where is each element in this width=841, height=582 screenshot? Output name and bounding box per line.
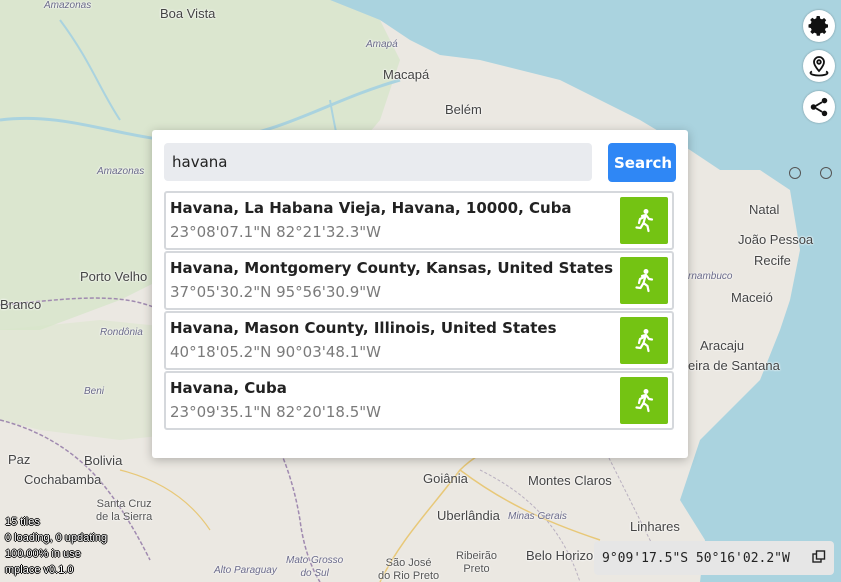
map-label-macapa: Macapá bbox=[383, 67, 430, 82]
map-label-amapa: Amapá bbox=[366, 39, 398, 50]
map-label-cochabamba: Cochabamba bbox=[24, 472, 102, 487]
gear-icon bbox=[808, 16, 828, 36]
map-label-minas-gerais: Minas Gerais bbox=[508, 511, 567, 522]
running-person-icon bbox=[635, 328, 654, 352]
share-button[interactable] bbox=[803, 91, 835, 123]
stats-version: mplace v0.1.0 bbox=[5, 564, 74, 576]
result-name: Havana, Montgomery County, Kansas, Unite… bbox=[170, 259, 613, 277]
map-label-amazonas: Amazonas bbox=[44, 0, 92, 11]
map-label-boa-vista: Boa Vista bbox=[160, 6, 216, 21]
search-input[interactable] bbox=[164, 143, 592, 181]
map-label-recife: Recife bbox=[754, 253, 791, 268]
map-marker-circle bbox=[820, 167, 832, 179]
result-coordinates: 40°18'05.2"N 90°03'48.1"W bbox=[170, 343, 382, 361]
result-name: Havana, La Habana Vieja, Havana, 10000, … bbox=[170, 199, 572, 217]
running-person-icon bbox=[635, 208, 654, 232]
map-label-la-paz: Paz bbox=[8, 452, 31, 467]
go-to-location-button[interactable] bbox=[620, 257, 668, 304]
go-to-location-button[interactable] bbox=[620, 197, 668, 244]
map-label-pernambuco: rnambuco bbox=[688, 271, 733, 282]
map-label-rio-branco: Branco bbox=[0, 297, 42, 312]
map-label-belem: Belém bbox=[445, 102, 482, 117]
search-dialog: Search Havana, La Habana Vieja, Havana, … bbox=[152, 130, 688, 458]
running-person-icon bbox=[635, 388, 654, 412]
map-label-bolivia: Bolivia bbox=[84, 453, 123, 468]
map-label-rondonia: Rondônia bbox=[100, 327, 143, 338]
map-label-sao-jose: São José do Rio Preto bbox=[378, 557, 440, 582]
map-pin-icon bbox=[809, 56, 829, 77]
result-coordinates: 23°08'07.1"N 82°21'32.3"W bbox=[170, 223, 382, 241]
stats-usage: 100.00% in use bbox=[5, 548, 81, 560]
coordinates-display: 9°09'17.5"S 50°16'02.2"W bbox=[594, 541, 834, 575]
go-to-location-button[interactable] bbox=[620, 317, 668, 364]
search-result-item[interactable]: Havana, Cuba 23°09'35.1"N 82°20'18.5"W bbox=[164, 371, 674, 430]
map-marker-circle bbox=[789, 167, 801, 179]
map-label-alto-paraguay: Alto Paraguay bbox=[214, 565, 277, 576]
map-label-maceio: Maceió bbox=[731, 290, 773, 305]
go-to-location-button[interactable] bbox=[620, 377, 668, 424]
result-name: Havana, Cuba bbox=[170, 379, 287, 397]
running-person-icon bbox=[635, 268, 654, 292]
coordinates-text: 9°09'17.5"S 50°16'02.2"W bbox=[602, 550, 790, 566]
search-result-item[interactable]: Havana, Mason County, Illinois, United S… bbox=[164, 311, 674, 370]
map-label-goiania: Goiânia bbox=[423, 471, 468, 486]
result-name: Havana, Mason County, Illinois, United S… bbox=[170, 319, 557, 337]
share-icon bbox=[810, 97, 828, 117]
map-label-montes-claros: Montes Claros bbox=[528, 473, 612, 488]
map-label-mato-grosso-do-sul: Mato Grosso do Sul bbox=[286, 555, 344, 579]
stats-tiles: 15 tiles bbox=[5, 516, 40, 528]
map-label-linhares: Linhares bbox=[630, 519, 680, 534]
search-result-item[interactable]: Havana, La Habana Vieja, Havana, 10000, … bbox=[164, 191, 674, 250]
settings-button[interactable] bbox=[803, 10, 835, 42]
map-label-belo-horizonte: Belo Horizont bbox=[526, 548, 605, 563]
location-button[interactable] bbox=[803, 50, 835, 82]
map-label-ribeirao-preto: Ribeirão Preto bbox=[456, 550, 497, 575]
map-label-feira-de-santana: eira de Santana bbox=[688, 358, 780, 373]
copy-icon[interactable] bbox=[812, 550, 826, 564]
map-label-joao-pessoa: João Pessoa bbox=[738, 232, 814, 247]
search-result-item[interactable]: Havana, Montgomery County, Kansas, Unite… bbox=[164, 251, 674, 310]
result-coordinates: 23°09'35.1"N 82°20'18.5"W bbox=[170, 403, 382, 421]
map-label-aracaju: Aracaju bbox=[700, 338, 745, 353]
map-label-natal: Natal bbox=[749, 202, 780, 217]
tile-stats: 15 tiles 0 loading, 0 updating 100.00% i… bbox=[5, 514, 107, 578]
result-coordinates: 37°05'30.2"N 95°56'30.9"W bbox=[170, 283, 382, 301]
map-label-porto-velho: Porto Velho bbox=[80, 269, 148, 284]
map-label-amazonas-state: Amazonas bbox=[97, 166, 145, 177]
stats-loading: 0 loading, 0 updating bbox=[5, 532, 108, 544]
map-label-beni: Beni bbox=[84, 386, 105, 397]
map-label-uberlandia: Uberlândia bbox=[437, 508, 500, 523]
search-button[interactable]: Search bbox=[608, 143, 676, 182]
